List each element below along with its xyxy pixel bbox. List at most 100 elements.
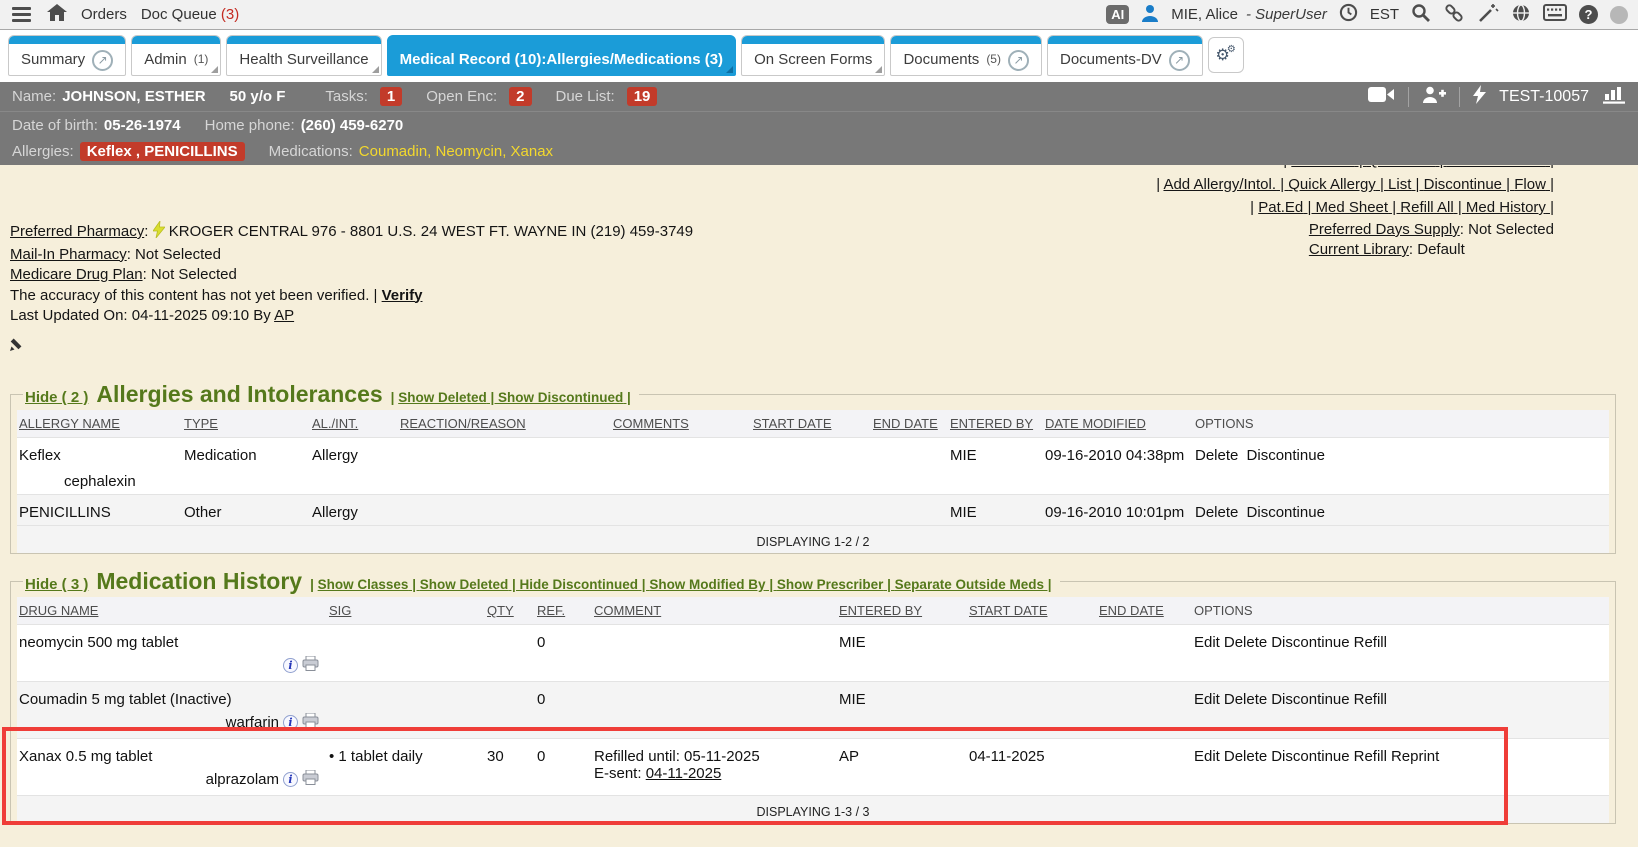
refill-all-link[interactable]: Refill All (1400, 199, 1466, 216)
show-classes-link[interactable]: Show Classes (318, 577, 420, 592)
flow-link[interactable]: Flow (1514, 176, 1554, 193)
col-al-int[interactable]: AL./INT. (312, 416, 358, 431)
pat-ed-link[interactable]: Pat.Ed (1258, 199, 1315, 216)
col-entered-by[interactable]: ENTERED BY (950, 416, 1033, 431)
col-type[interactable]: TYPE (184, 416, 218, 431)
tab-medical-record[interactable]: Medical Record (10):Allergies/Medication… (387, 35, 736, 76)
col-date-modified[interactable]: DATE MODIFIED (1045, 416, 1146, 431)
discontinue-option[interactable]: Discontinue (1271, 748, 1349, 765)
col-drug-name[interactable]: DRUG NAME (19, 603, 98, 618)
esent-date-link[interactable]: 04-11-2025 (646, 765, 722, 782)
link-icon[interactable] (1443, 2, 1465, 28)
lightning-bolt-icon[interactable] (1473, 85, 1486, 108)
user-name[interactable]: MIE, Alice (1171, 6, 1238, 23)
add-document-link[interactable]: Add Document (1447, 165, 1554, 169)
status-circle-icon[interactable] (1610, 6, 1628, 24)
show-modified-by-link[interactable]: Show Modified By (649, 577, 777, 592)
print-icon[interactable] (302, 713, 319, 732)
tab-documents-dv[interactable]: Documents-DV ↗ (1047, 35, 1203, 76)
discontinue-option[interactable]: Discontinue (1247, 447, 1325, 464)
col-end-date[interactable]: END DATE (1099, 603, 1164, 618)
wand-icon[interactable] (1477, 3, 1499, 27)
col-sig[interactable]: SIG (329, 603, 351, 618)
col-comment[interactable]: COMMENT (594, 603, 661, 618)
col-entered-by[interactable]: ENTERED BY (839, 603, 922, 618)
drug-info-icon[interactable]: i (283, 658, 298, 673)
separate-outside-meds-link[interactable]: Separate Outside Meds (895, 577, 1052, 592)
due-list-count-badge[interactable]: 19 (627, 87, 658, 106)
show-deleted-link[interactable]: Show Deleted (398, 390, 498, 405)
external-link-icon[interactable]: ↗ (1008, 50, 1029, 71)
col-allergy-name[interactable]: ALLERGY NAME (19, 416, 120, 431)
hide-discontinued-link[interactable]: Hide Discontinued (520, 577, 650, 592)
discontinue-option[interactable]: Discontinue (1271, 691, 1349, 708)
show-discontinued-link[interactable]: Show Discontinued (498, 390, 631, 405)
delete-option[interactable]: Delete (1224, 634, 1267, 651)
refill-option[interactable]: Refill (1354, 634, 1387, 651)
drug-info-icon[interactable]: i (283, 772, 298, 787)
edit-option[interactable]: Edit (1194, 748, 1220, 765)
discontinue-option[interactable]: Discontinue (1247, 504, 1325, 521)
preferred-pharmacy-link[interactable]: Preferred Pharmacy (10, 223, 144, 240)
discontinue-link[interactable]: Discontinue (1424, 176, 1515, 193)
med-sheet-link[interactable]: Med Sheet (1316, 199, 1401, 216)
col-qty[interactable]: QTY (487, 603, 514, 618)
tab-on-screen-forms[interactable]: On Screen Forms (741, 35, 885, 76)
delete-option[interactable]: Delete (1195, 504, 1238, 521)
delete-option[interactable]: Delete (1224, 691, 1267, 708)
col-reaction[interactable]: REACTION/REASON (400, 416, 526, 431)
keyboard-icon[interactable] (1543, 4, 1567, 25)
col-comments[interactable]: COMMENTS (613, 416, 689, 431)
prescribe-link[interactable]: Prescribe (1291, 165, 1367, 169)
tab-health-surveillance[interactable]: Health Surveillance (226, 35, 381, 76)
home-icon[interactable] (47, 4, 67, 26)
current-library-link[interactable]: Current Library (1309, 241, 1409, 258)
delete-option[interactable]: Delete (1224, 748, 1267, 765)
verify-link[interactable]: Verify (382, 287, 423, 304)
print-icon[interactable] (302, 656, 319, 675)
col-start-date[interactable]: START DATE (969, 603, 1048, 618)
drug-info-icon[interactable]: i (283, 715, 298, 730)
edit-option[interactable]: Edit (1194, 691, 1220, 708)
tab-settings-button[interactable]: ⚙ ⚙ (1208, 37, 1244, 73)
show-prescriber-link[interactable]: Show Prescriber (777, 577, 895, 592)
ai-badge[interactable]: AI (1106, 5, 1129, 24)
video-camera-icon[interactable] (1368, 86, 1395, 107)
print-icon[interactable] (302, 770, 319, 789)
col-end-date[interactable]: END DATE (873, 416, 938, 431)
col-start-date[interactable]: START DATE (753, 416, 832, 431)
med-history-link[interactable]: Med History (1466, 199, 1554, 216)
external-link-icon[interactable]: ↗ (1169, 50, 1190, 71)
delete-option[interactable]: Delete (1195, 447, 1238, 464)
show-deleted-link[interactable]: Show Deleted (420, 577, 520, 592)
meds-hide-link[interactable]: Hide ( 3 ) (25, 576, 88, 593)
help-icon[interactable]: ? (1579, 5, 1598, 24)
preferred-days-supply-link[interactable]: Preferred Days Supply (1309, 221, 1460, 238)
tasks-count-badge[interactable]: 1 (380, 87, 402, 106)
refill-option[interactable]: Refill (1354, 691, 1387, 708)
list-link[interactable]: List (1388, 176, 1424, 193)
reprint-option[interactable]: Reprint (1391, 748, 1439, 765)
allergies-hide-link[interactable]: Hide ( 2 ) (25, 389, 88, 406)
quick-add-link[interactable]: Quick Add (1367, 165, 1447, 169)
allergies-badge[interactable]: Keflex , PENICILLINS (80, 142, 245, 161)
menu-doc-queue[interactable]: Doc Queue (3) (141, 6, 239, 23)
refill-option[interactable]: Refill (1354, 748, 1387, 765)
bar-chart-icon[interactable] (1602, 85, 1626, 108)
medications-list[interactable]: Coumadin, Neomycin, Xanax (359, 143, 553, 160)
tab-summary[interactable]: Summary ↗ (8, 35, 126, 76)
tab-documents[interactable]: Documents (5) ↗ (890, 35, 1042, 76)
external-link-icon[interactable]: ↗ (92, 50, 113, 71)
discontinue-option[interactable]: Discontinue (1271, 634, 1349, 651)
open-enc-count-badge[interactable]: 2 (509, 87, 531, 106)
add-user-icon[interactable] (1422, 86, 1446, 107)
patient-name[interactable]: JOHNSON, ESTHER (62, 88, 205, 105)
edit-pencil-icon[interactable] (10, 335, 693, 358)
medicare-drug-plan-link[interactable]: Medicare Drug Plan (10, 266, 143, 283)
tab-admin[interactable]: Admin (1) (131, 35, 221, 76)
col-ref[interactable]: REF. (537, 603, 565, 618)
search-icon[interactable] (1411, 3, 1431, 27)
timezone-label[interactable]: EST (1370, 6, 1399, 23)
hamburger-menu-icon[interactable] (10, 5, 33, 24)
menu-orders[interactable]: Orders (81, 6, 127, 23)
